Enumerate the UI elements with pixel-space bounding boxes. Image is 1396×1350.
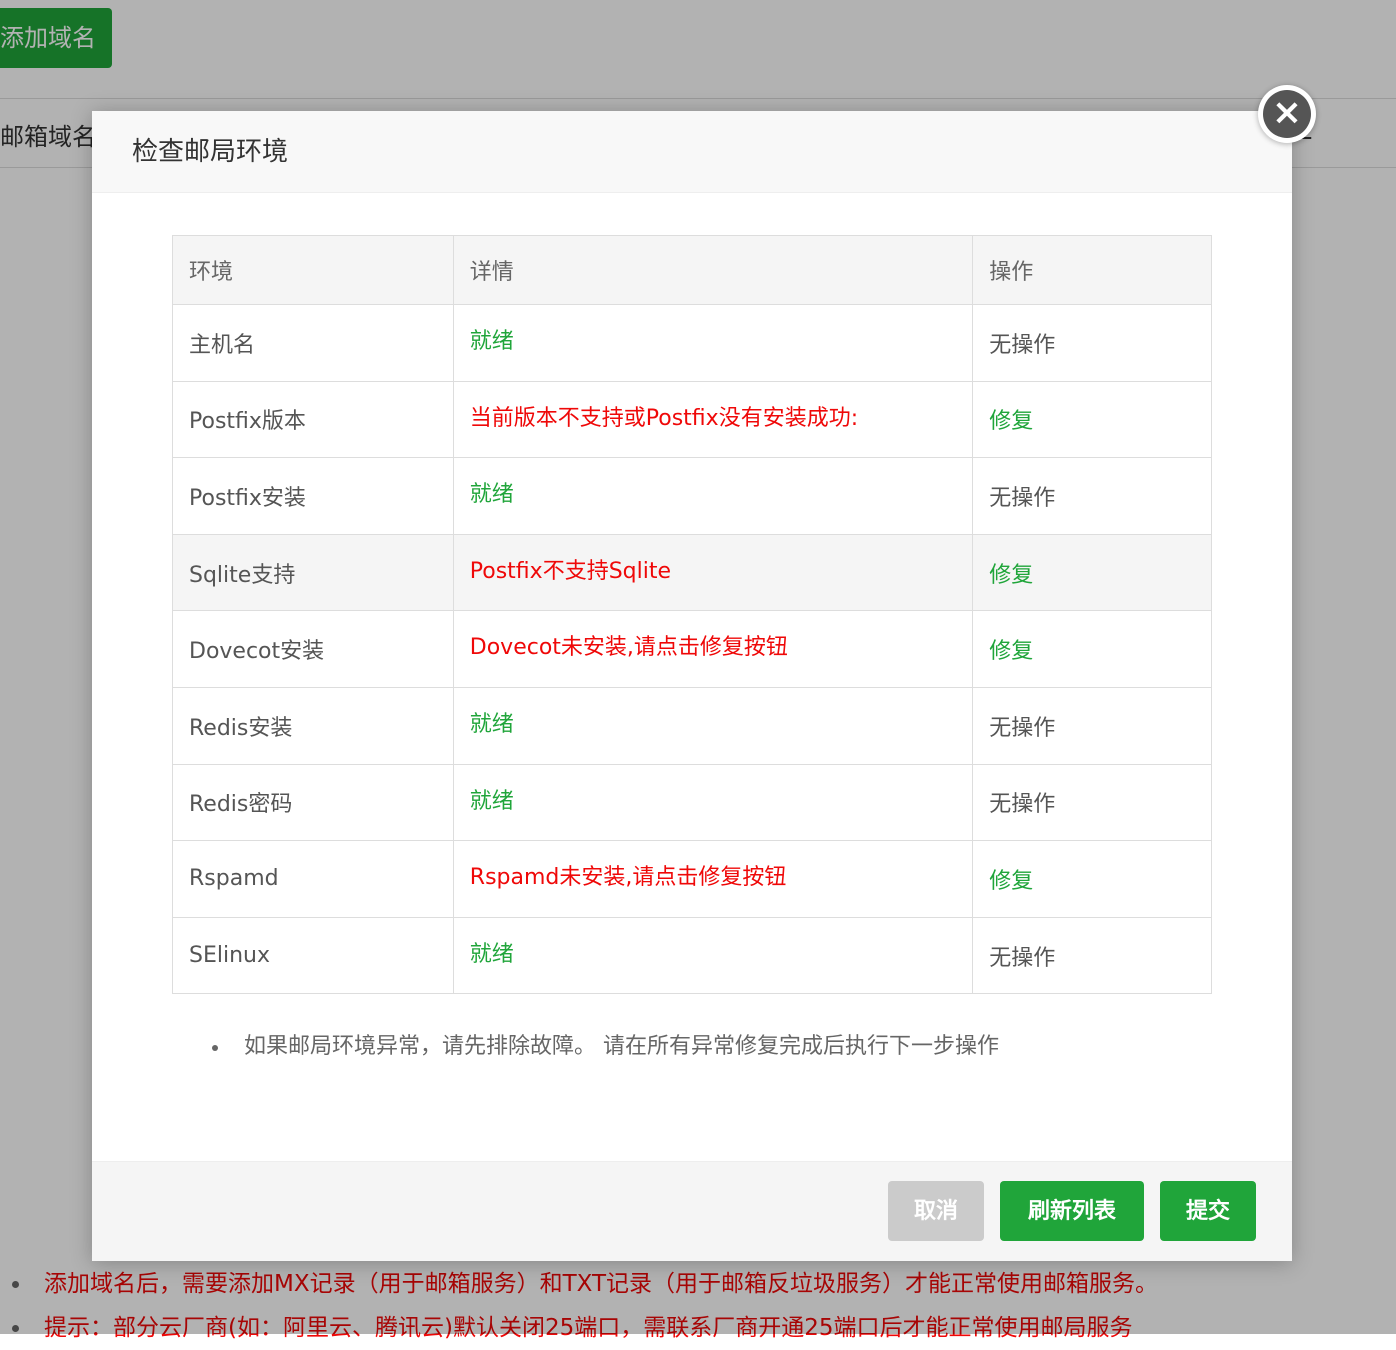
- env-name-cell: SElinux: [172, 916, 454, 995]
- close-button[interactable]: ×: [1258, 85, 1316, 143]
- table-row: SElinux 就绪 无操作: [172, 916, 1212, 995]
- detail-cell: Rspamd未安装,请点击修复按钮: [452, 840, 974, 918]
- detail-cell: Dovecot未安装,请点击修复按钮: [452, 610, 974, 688]
- detail-cell: 就绪: [452, 686, 974, 765]
- table-row: Rspamd Rspamd未安装,请点击修复按钮 修复: [172, 840, 1212, 918]
- env-name-cell: Sqlite支持: [172, 533, 454, 612]
- detail-cell: 就绪: [452, 916, 974, 995]
- submit-button[interactable]: 提交: [1160, 1181, 1256, 1241]
- cancel-button[interactable]: 取消: [888, 1181, 984, 1241]
- env-name-cell: Dovecot安装: [172, 610, 454, 688]
- note-list: 如果邮局环境异常，请先排除故障。 请在所有异常修复完成后执行下一步操作: [212, 1031, 999, 1063]
- env-name-cell: Redis安装: [172, 686, 454, 765]
- table-row: 主机名 就绪 无操作: [172, 304, 1212, 382]
- table-row: Sqlite支持 Postfix不支持Sqlite 修复: [172, 533, 1212, 612]
- no-action-cell: 无操作: [972, 304, 1212, 382]
- fix-link[interactable]: 修复: [972, 840, 1212, 918]
- detail-cell: 就绪: [452, 457, 974, 535]
- no-action-cell: 无操作: [972, 763, 1212, 842]
- detail-cell: 就绪: [452, 304, 974, 382]
- fix-link[interactable]: 修复: [972, 610, 1212, 688]
- table-header-row: 环境 详情 操作: [172, 235, 1212, 305]
- note-text: 如果邮局环境异常，请先排除故障。 请在所有异常修复完成后执行下一步操作: [212, 1031, 999, 1063]
- detail-column-header: 详情: [452, 235, 974, 305]
- detail-cell: 当前版本不支持或Postfix没有安装成功:: [452, 380, 974, 459]
- op-column-header: 操作: [972, 235, 1212, 305]
- env-name-cell: Rspamd: [172, 840, 454, 918]
- no-action-cell: 无操作: [972, 686, 1212, 765]
- dialog-title: 检查邮局环境: [92, 111, 1292, 193]
- table-row: Postfix版本 当前版本不支持或Postfix没有安装成功: 修复: [172, 380, 1212, 459]
- table-row: Redis密码 就绪 无操作: [172, 763, 1212, 842]
- detail-cell: Postfix不支持Sqlite: [452, 533, 974, 612]
- env-name-cell: 主机名: [172, 304, 454, 382]
- refresh-list-button[interactable]: 刷新列表: [1000, 1181, 1144, 1241]
- fix-link[interactable]: 修复: [972, 533, 1212, 612]
- close-icon[interactable]: ×: [1263, 90, 1311, 138]
- env-check-table: 环境 详情 操作 主机名 就绪 无操作 Postfix版本 当前版本不支持或Postfi…: [172, 235, 1212, 995]
- env-name-cell: Postfix安装: [172, 457, 454, 535]
- table-row: Redis安装 就绪 无操作: [172, 686, 1212, 765]
- env-name-cell: Redis密码: [172, 763, 454, 842]
- detail-cell: 就绪: [452, 763, 974, 842]
- no-action-cell: 无操作: [972, 916, 1212, 995]
- no-action-cell: 无操作: [972, 457, 1212, 535]
- dialog-footer: 取消 刷新列表 提交: [92, 1161, 1292, 1261]
- check-mail-env-dialog: 检查邮局环境 × 环境 详情 操作 主机名 就绪 无操作 Postfix版本 当前版本不…: [92, 85, 1316, 1261]
- env-column-header: 环境: [172, 235, 454, 305]
- env-name-cell: Postfix版本: [172, 380, 454, 459]
- table-row: Dovecot安装 Dovecot未安装,请点击修复按钮 修复: [172, 610, 1212, 688]
- fix-link[interactable]: 修复: [972, 380, 1212, 459]
- table-row: Postfix安装 就绪 无操作: [172, 457, 1212, 535]
